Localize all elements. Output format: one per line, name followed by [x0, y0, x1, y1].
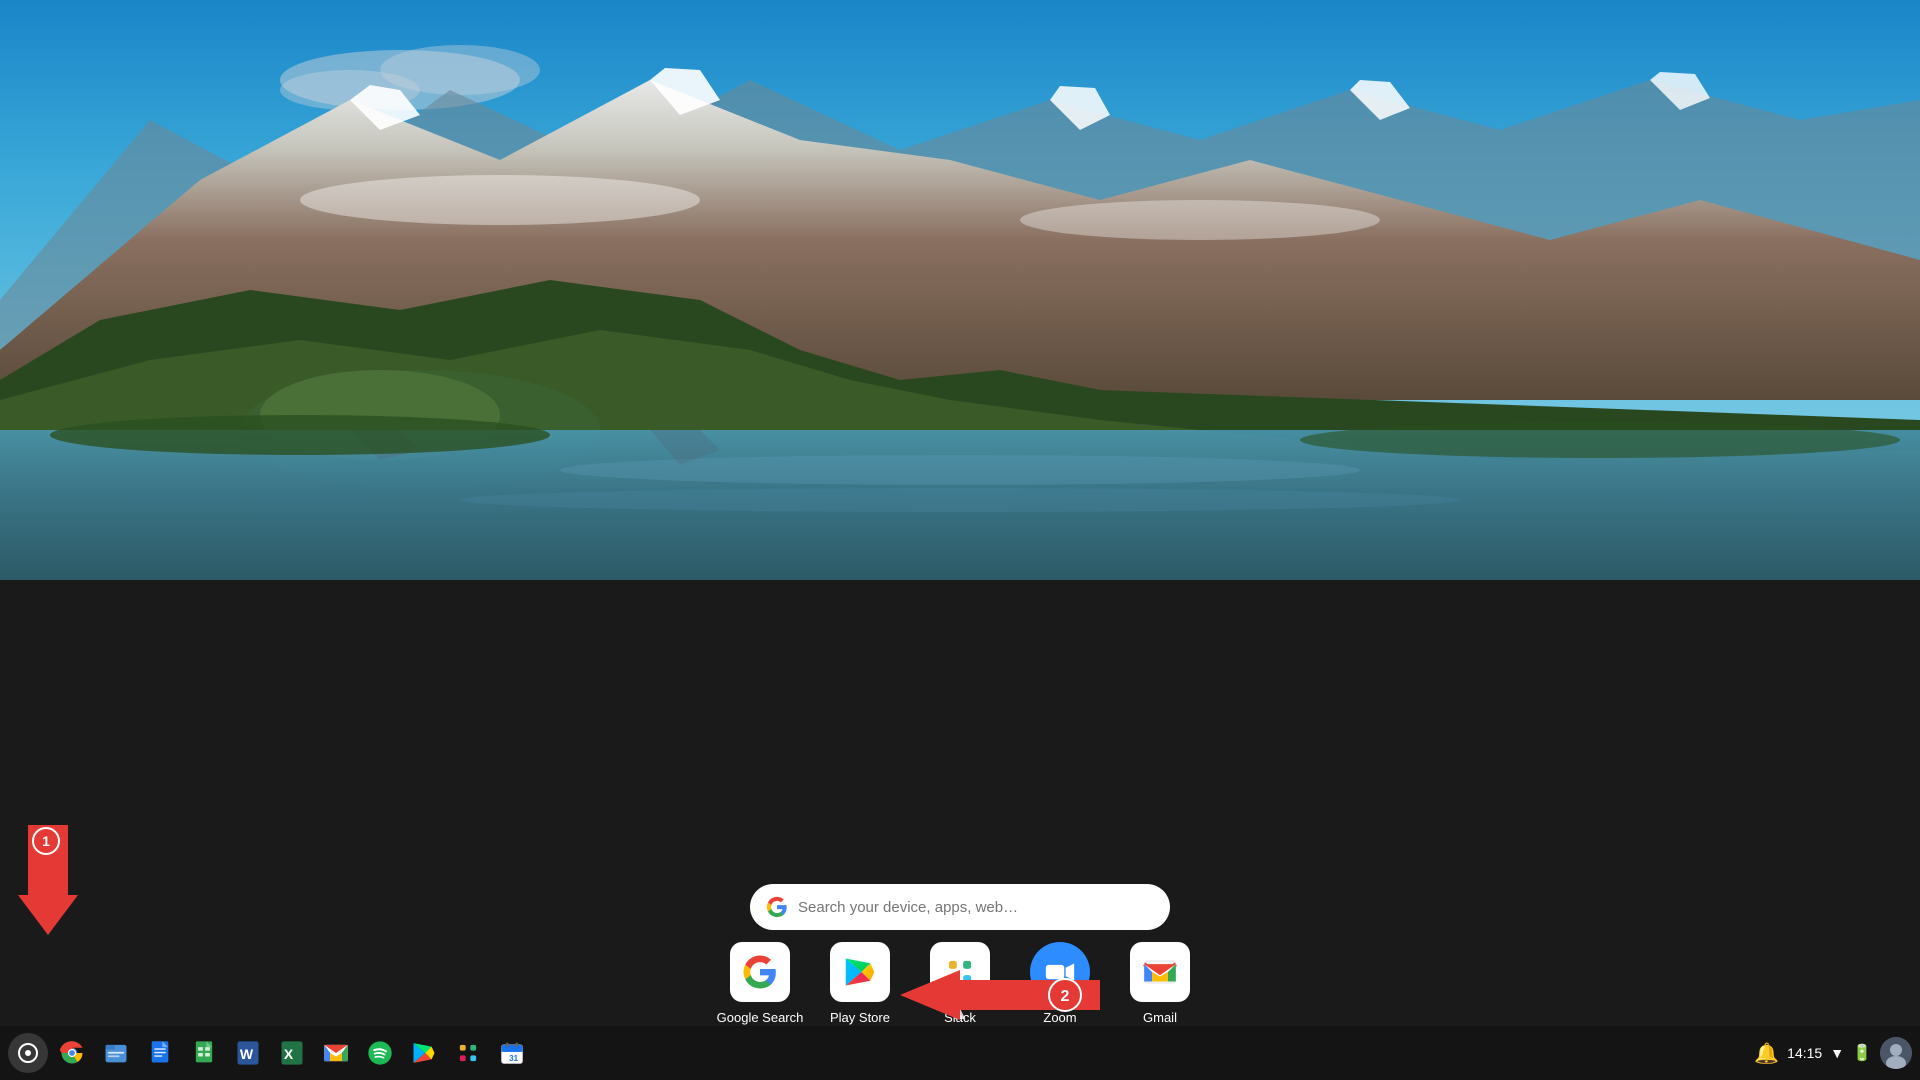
annotation-arrow-2: 2 [900, 965, 1100, 1030]
taskbar-slack[interactable] [448, 1033, 488, 1073]
wallpaper [0, 0, 1920, 580]
taskbar-system-tray: 🔔 14:15 ▼ 🔋 [1754, 1037, 1912, 1069]
taskbar-files[interactable] [96, 1033, 136, 1073]
taskbar-excel[interactable]: X [272, 1033, 312, 1073]
taskbar-docs[interactable] [140, 1033, 180, 1073]
google-search-app-icon [742, 954, 778, 990]
svg-text:31: 31 [509, 1054, 519, 1063]
taskbar-word[interactable]: W [228, 1033, 268, 1073]
app-gmail[interactable]: Gmail [1120, 942, 1200, 1025]
taskbar-apps: W X [8, 1033, 1754, 1073]
docs-icon [146, 1039, 174, 1067]
annotation-arrow-1: 1 [18, 825, 78, 950]
app-play-store[interactable]: Play Store [820, 942, 900, 1025]
sheets-icon [190, 1039, 218, 1067]
app-google-search[interactable]: Google Search [720, 942, 800, 1025]
svg-text:1: 1 [42, 833, 50, 849]
taskbar-calendar[interactable]: 31 [492, 1033, 532, 1073]
launcher-icon [16, 1041, 40, 1065]
spotify-icon [366, 1039, 394, 1067]
notification-icon[interactable]: 🔔 [1754, 1041, 1779, 1066]
user-avatar[interactable] [1880, 1037, 1912, 1069]
search-input[interactable] [798, 899, 1154, 916]
taskbar-play-store[interactable] [404, 1033, 444, 1073]
svg-text:W: W [240, 1046, 254, 1062]
launcher-button[interactable] [8, 1033, 48, 1073]
battery-icon[interactable]: 🔋 [1852, 1043, 1872, 1063]
google-logo-icon [766, 896, 788, 918]
excel-icon: X [278, 1039, 306, 1067]
taskbar-chrome[interactable] [52, 1033, 92, 1073]
network-icon[interactable]: ▼ [1830, 1045, 1844, 1061]
clock[interactable]: 14:15 [1787, 1045, 1822, 1061]
svg-text:X: X [284, 1046, 294, 1062]
search-bar[interactable] [750, 884, 1170, 930]
play-store-app-icon [841, 953, 879, 991]
calendar-icon: 31 [498, 1039, 526, 1067]
taskbar-spotify[interactable] [360, 1033, 400, 1073]
gmail-taskbar-icon [322, 1039, 350, 1067]
avatar-image [1880, 1037, 1912, 1069]
app-gmail-label: Gmail [1143, 1010, 1177, 1025]
chrome-icon [58, 1039, 86, 1067]
slack-taskbar-icon [454, 1039, 482, 1067]
taskbar: W X [0, 1026, 1920, 1080]
gmail-app-icon [1141, 953, 1179, 991]
play-store-taskbar-icon [410, 1039, 438, 1067]
files-icon [102, 1039, 130, 1067]
taskbar-gmail[interactable] [316, 1033, 356, 1073]
app-google-search-label: Google Search [717, 1010, 804, 1025]
word-icon: W [234, 1039, 262, 1067]
svg-text:2: 2 [1061, 988, 1070, 1005]
taskbar-sheets[interactable] [184, 1033, 224, 1073]
app-play-store-label: Play Store [830, 1010, 890, 1025]
